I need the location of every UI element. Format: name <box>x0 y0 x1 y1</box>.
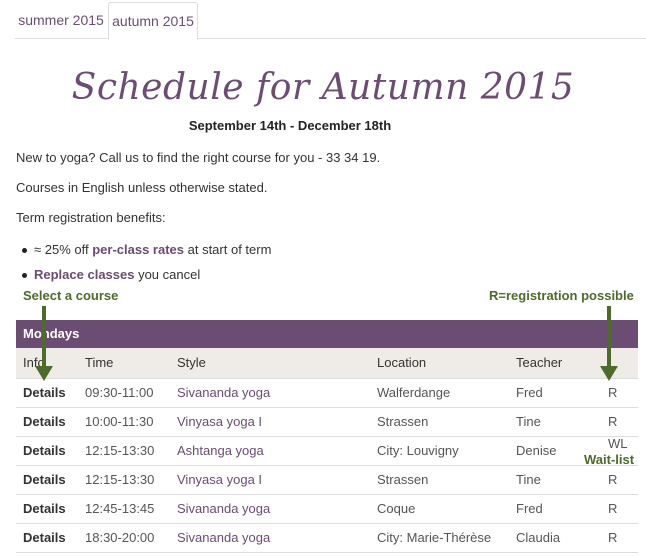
benefits-heading: Term registration benefits: <box>16 210 166 225</box>
cell-location: Strassen <box>377 414 429 429</box>
cell-style[interactable]: Sivananda yoga <box>177 524 270 552</box>
tab-autumn-2015[interactable]: autumn 2015 <box>108 2 198 40</box>
cell-time: 12:15-13:30 <box>85 472 155 487</box>
table-row: Details 12:15-13:30 Ashtanga yoga City: … <box>16 436 638 466</box>
registration-arrow-shaft <box>607 306 611 368</box>
cell-registration: R <box>608 385 618 400</box>
schedule-table: Mondays Info Time Style Location Teacher… <box>16 320 638 553</box>
cell-location: Walferdange <box>377 385 451 400</box>
details-link[interactable]: Details <box>23 437 66 465</box>
cell-time: 12:45-13:45 <box>85 501 155 516</box>
table-row: Details 12:15-13:30 Vinyasa yoga I Stras… <box>16 466 638 495</box>
cell-teacher: Denise <box>516 443 557 458</box>
cell-teacher: Tine <box>516 414 541 429</box>
details-link[interactable]: Details <box>23 495 66 523</box>
benefit-text: ≈ 25% off <box>34 242 93 257</box>
details-link[interactable]: Details <box>23 524 66 552</box>
cell-teacher: Tine <box>516 472 541 487</box>
cell-location: City: Louvigny <box>377 443 459 458</box>
details-link[interactable]: Details <box>23 408 66 436</box>
header-style: Style <box>177 355 206 370</box>
header-location: Location <box>377 355 427 370</box>
tab-summer-2015[interactable]: summer 2015 <box>15 2 107 38</box>
cell-location: Coque <box>377 501 416 516</box>
cell-location: Strassen <box>377 472 429 487</box>
column-headers: Info Time Style Location Teacher <box>16 348 638 379</box>
cell-style[interactable]: Ashtanga yoga <box>177 437 264 465</box>
benefit-item: ≈ 25% off per-class rates at start of te… <box>21 242 272 257</box>
cell-style[interactable]: Sivananda yoga <box>177 495 270 523</box>
table-row: Details 12:45-13:45 Sivananda yoga Coque… <box>16 495 638 524</box>
header-time: Time <box>85 355 114 370</box>
cell-teacher: Fred <box>516 385 543 400</box>
term-dates: September 14th - December 18th <box>188 118 392 133</box>
cell-teacher: Fred <box>516 501 543 516</box>
tab-bar: summer 2015 autumn 2015 <box>15 0 646 40</box>
details-link[interactable]: Details <box>23 379 66 407</box>
cell-time: 18:30-20:00 <box>85 530 155 545</box>
table-row: Details 09:30-11:00 Sivananda yoga Walfe… <box>16 379 638 408</box>
cell-time: 12:15-13:30 <box>85 443 155 458</box>
annotation-select-course: Select a course <box>23 288 119 303</box>
cell-registration: R <box>608 530 618 545</box>
cell-teacher: Claudia <box>516 530 561 545</box>
cell-time: 09:30-11:00 <box>85 385 154 400</box>
cell-time: 10:00-11:30 <box>85 414 154 429</box>
cell-location: City: Marie-Thérèse <box>377 530 492 545</box>
annotation-waitlist: Wait-list <box>584 452 635 467</box>
intro-text: New to yoga? Call us to find the right c… <box>16 150 381 165</box>
benefit-text: you cancel <box>134 267 201 282</box>
table-row: Details 18:30-20:00 Sivananda yoga City:… <box>16 524 638 553</box>
header-teacher: Teacher <box>516 355 563 370</box>
details-link[interactable]: Details <box>23 466 66 494</box>
cell-registration: R <box>608 501 618 516</box>
day-header: Mondays <box>16 320 638 348</box>
benefit-item: Replace classes you cancel <box>21 267 201 282</box>
page-title: Schedule for Autumn 2015 <box>71 67 575 108</box>
select-arrow-icon <box>35 366 53 381</box>
table-row: Details 10:00-11:30 Vinyasa yoga I Stras… <box>16 408 638 437</box>
cell-style[interactable]: Vinyasa yoga I <box>177 466 262 494</box>
select-arrow-shaft <box>42 306 46 368</box>
annotation-registration: R=registration possible <box>489 288 634 303</box>
per-class-rates-link[interactable]: per-class rates <box>92 242 184 257</box>
benefit-text: at start of term <box>184 242 272 257</box>
registration-arrow-icon <box>600 366 618 381</box>
cell-style[interactable]: Sivananda yoga <box>177 379 270 407</box>
language-note: Courses in English unless otherwise stat… <box>16 180 268 195</box>
cell-registration: R <box>608 472 618 487</box>
cell-style[interactable]: Vinyasa yoga I <box>177 408 262 436</box>
replace-classes-link[interactable]: Replace classes <box>34 267 134 282</box>
